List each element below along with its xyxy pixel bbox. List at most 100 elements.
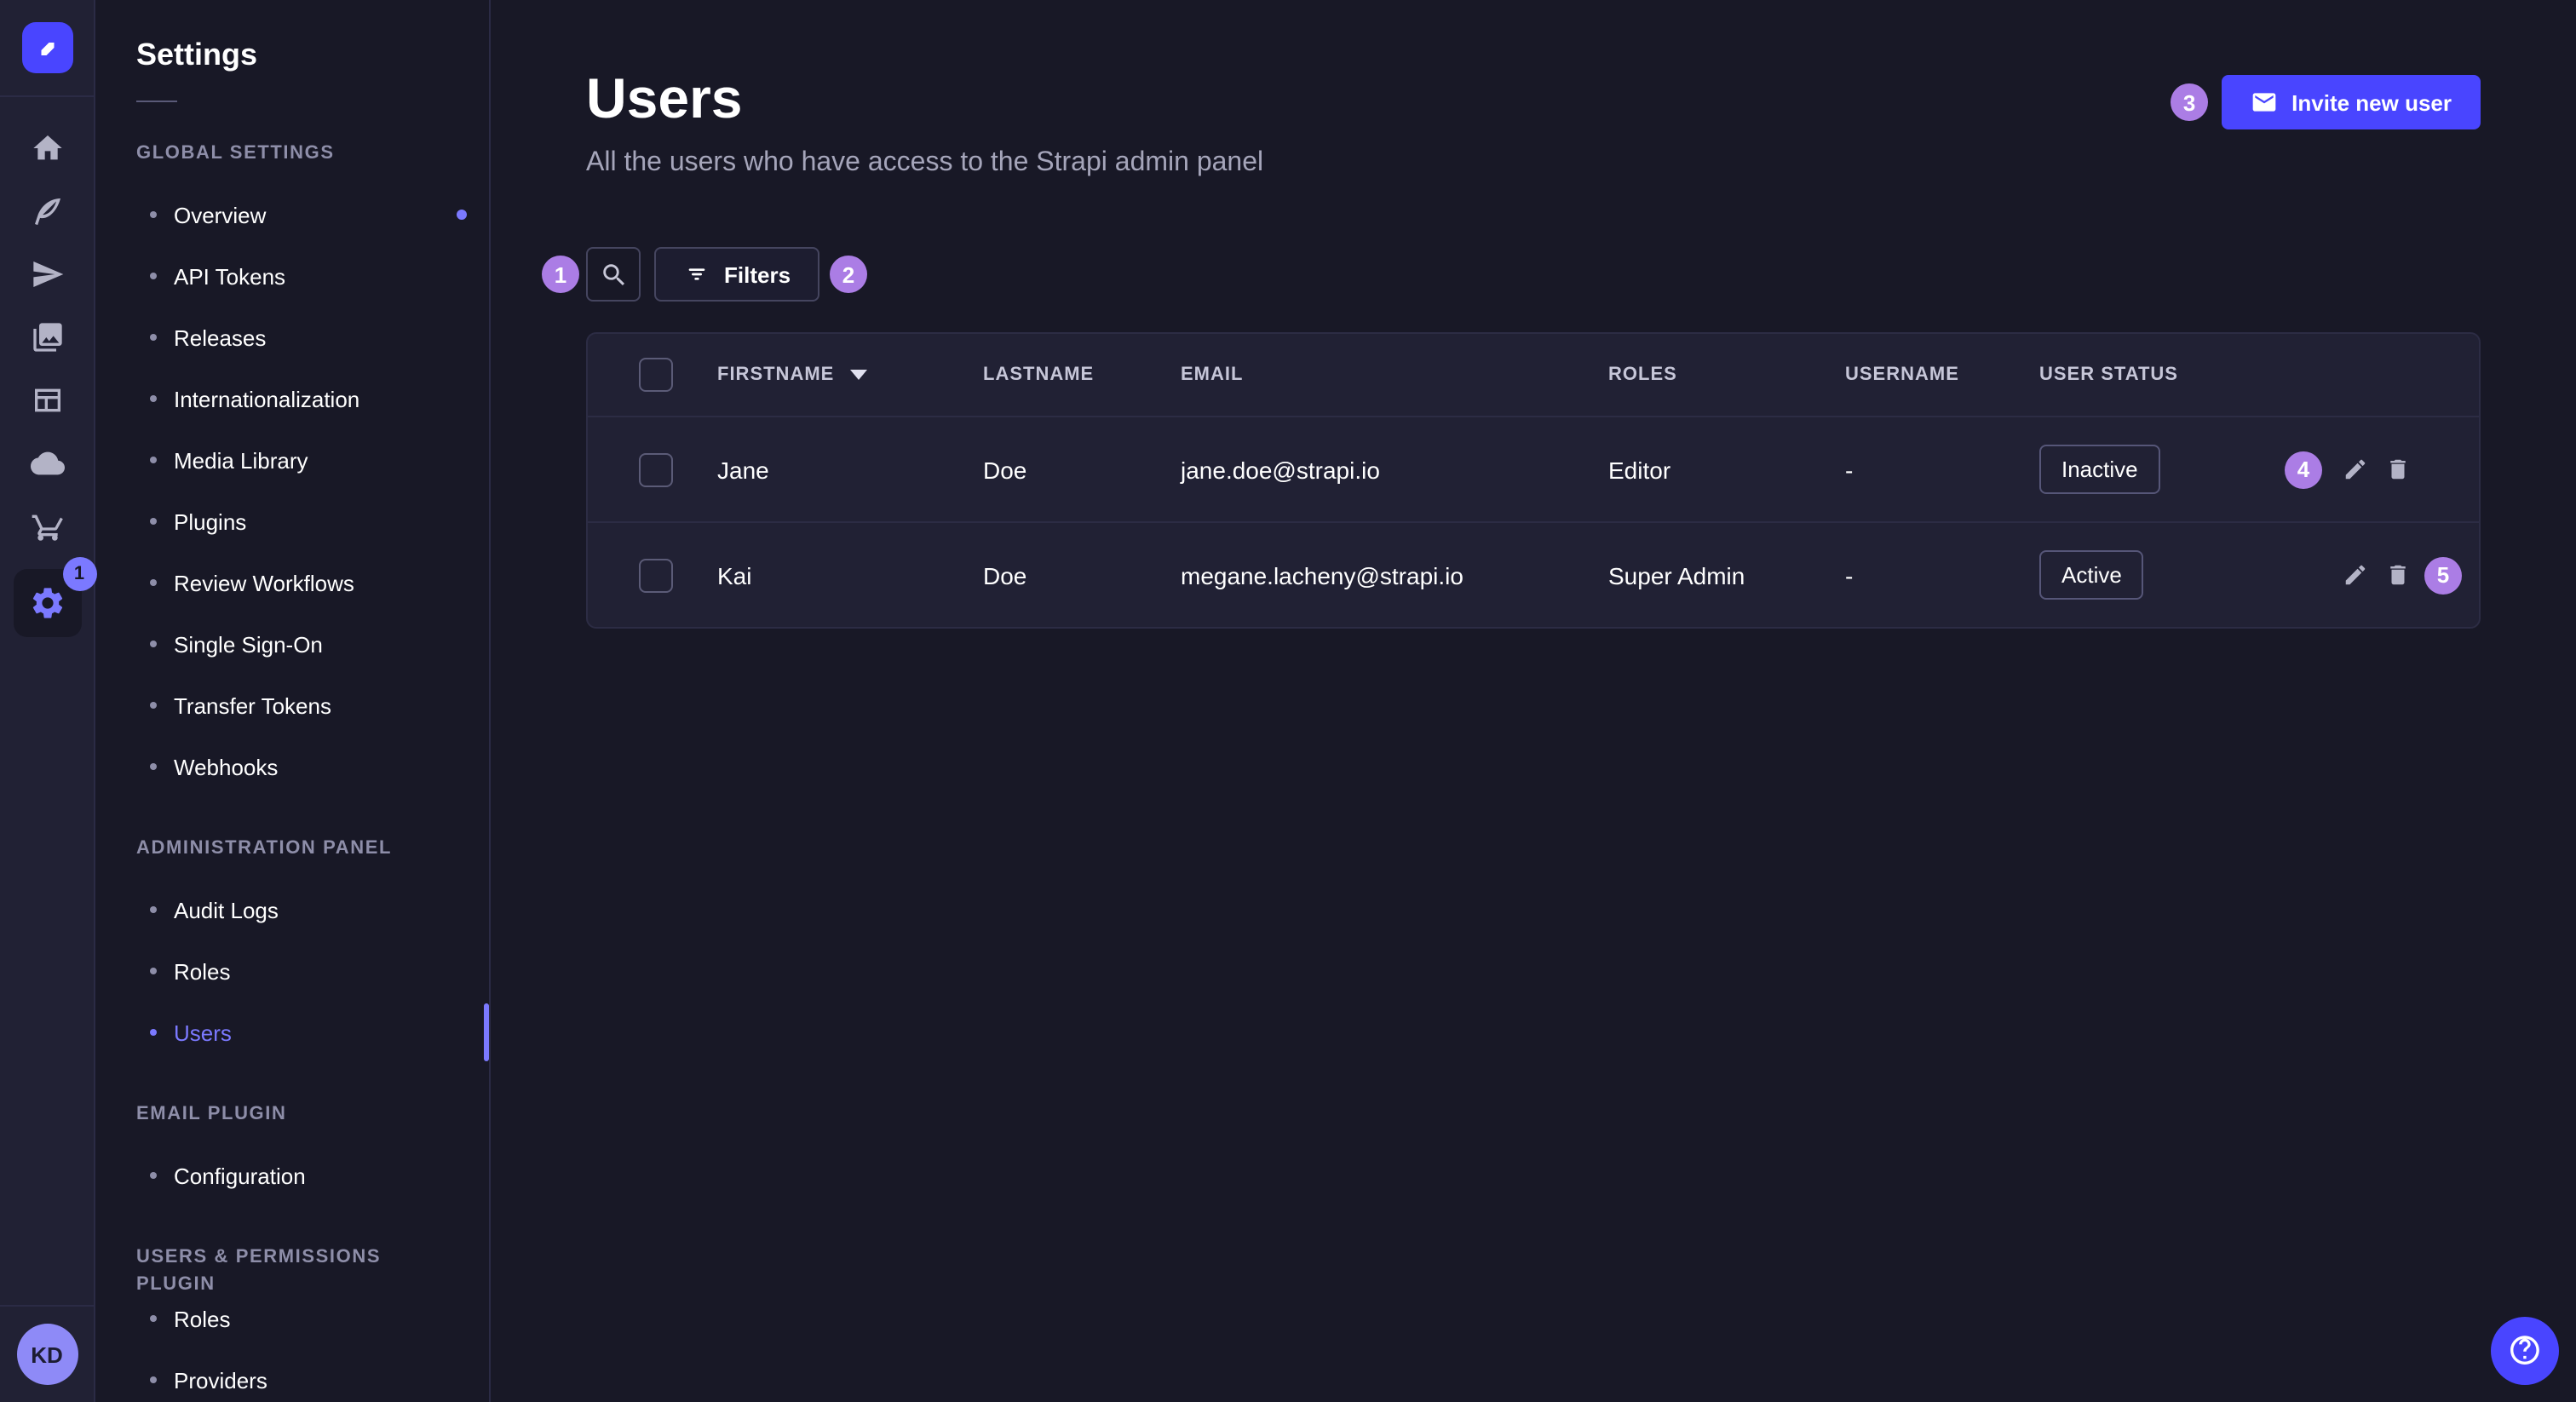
- help-button[interactable]: [2491, 1317, 2559, 1385]
- sidebar-item-audit-logs[interactable]: Audit Logs: [95, 879, 489, 940]
- page-subtitle: All the users who have access to the Str…: [586, 148, 1263, 179]
- column-header-firstname[interactable]: FIRSTNAME: [717, 365, 983, 385]
- table-header-row: FIRSTNAME LASTNAME EMAIL ROLES USERNAME …: [588, 334, 2479, 416]
- search-button[interactable]: [586, 247, 641, 302]
- sidebar-item-up-roles[interactable]: Roles: [95, 1288, 489, 1349]
- edit-user-button[interactable]: [2343, 562, 2368, 588]
- sidebar-item-single-sign-on[interactable]: Single Sign-On: [95, 613, 489, 675]
- bullet-icon: [150, 906, 157, 913]
- users-table: FIRSTNAME LASTNAME EMAIL ROLES USERNAME …: [586, 332, 2481, 629]
- sidebar-item-label: Configuration: [174, 1163, 306, 1188]
- sidebar-item-internationalization[interactable]: Internationalization: [95, 368, 489, 429]
- strapi-admin-app: 1 KD Settings GLOBAL SETTINGS Overview A…: [0, 0, 2576, 1402]
- filters-button[interactable]: Filters: [654, 247, 819, 302]
- bullet-icon: [150, 395, 157, 402]
- layout-icon[interactable]: [13, 380, 81, 421]
- sidebar-item-label: Roles: [174, 958, 231, 984]
- cart-icon[interactable]: [13, 506, 81, 547]
- media-library-icon[interactable]: [13, 317, 81, 358]
- sidebar-item-label: Overview: [174, 202, 266, 227]
- search-icon: [599, 260, 628, 289]
- sidebar-item-releases[interactable]: Releases: [95, 307, 489, 368]
- column-header-lastname[interactable]: LASTNAME: [983, 365, 1181, 385]
- subnav-divider: [136, 101, 177, 102]
- column-header-roles[interactable]: ROLES: [1608, 365, 1845, 385]
- sidebar-item-overview[interactable]: Overview: [95, 184, 489, 245]
- sidebar-item-label: Audit Logs: [174, 897, 279, 922]
- nav-section-administration-panel: ADMINISTRATION PANEL Audit Logs Roles Us…: [95, 835, 489, 1063]
- cell-roles: Super Admin: [1608, 561, 1845, 589]
- annotation-mark-4: 4: [2285, 451, 2322, 488]
- active-indicator: [484, 1003, 489, 1061]
- delete-user-button[interactable]: [2385, 457, 2411, 482]
- sidebar-item-label: Internationalization: [174, 386, 359, 411]
- bullet-icon: [150, 641, 157, 647]
- trash-icon: [2385, 562, 2411, 588]
- section-label: USERS & PERMISSIONS PLUGIN: [95, 1244, 489, 1271]
- home-icon[interactable]: [13, 128, 81, 169]
- row-checkbox[interactable]: [639, 558, 673, 592]
- row-actions: 4: [2268, 451, 2479, 488]
- sidebar-item-label: Roles: [174, 1306, 231, 1331]
- subnav-title: Settings: [95, 37, 489, 73]
- logo-area: [0, 0, 94, 97]
- bullet-icon: [150, 702, 157, 709]
- invite-new-user-button[interactable]: Invite new user: [2222, 75, 2481, 129]
- delete-user-button[interactable]: [2385, 562, 2411, 588]
- section-label: ADMINISTRATION PANEL: [95, 835, 489, 862]
- header-actions: 3 Invite new user: [2171, 75, 2481, 129]
- bullet-icon: [150, 457, 157, 463]
- sidebar-item-review-workflows[interactable]: Review Workflows: [95, 552, 489, 613]
- sidebar-item-plugins[interactable]: Plugins: [95, 491, 489, 552]
- sidebar-item-providers[interactable]: Providers: [95, 1349, 489, 1402]
- nav-section-email-plugin: EMAIL PLUGIN Configuration: [95, 1100, 489, 1206]
- pencil-icon: [2343, 457, 2368, 482]
- sort-caret-down-icon[interactable]: [849, 370, 866, 380]
- page-header: Users All the users who have access to t…: [586, 65, 2481, 179]
- sidebar-item-label: Releases: [174, 325, 266, 350]
- rail-icon-list: 1: [0, 97, 94, 1305]
- edit-user-button[interactable]: [2343, 457, 2368, 482]
- sidebar-item-admin-roles[interactable]: Roles: [95, 940, 489, 1002]
- strapi-logo[interactable]: [21, 22, 72, 73]
- sidebar-item-webhooks[interactable]: Webhooks: [95, 736, 489, 797]
- settings-gear-icon[interactable]: 1: [13, 569, 81, 637]
- bullet-icon: [150, 334, 157, 341]
- strapi-logo-icon: [32, 32, 62, 63]
- cell-username: -: [1845, 561, 2039, 589]
- sidebar-item-transfer-tokens[interactable]: Transfer Tokens: [95, 675, 489, 736]
- section-label: GLOBAL SETTINGS: [95, 140, 489, 167]
- table-row[interactable]: Kai Doe megane.lacheny@strapi.io Super A…: [588, 521, 2479, 627]
- main-content: Users All the users who have access to t…: [491, 0, 2576, 1402]
- trash-icon: [2385, 457, 2411, 482]
- envelope-icon: [2251, 89, 2278, 116]
- select-all-checkbox[interactable]: [639, 358, 673, 392]
- cell-lastname: Doe: [983, 456, 1181, 483]
- bullet-icon: [150, 1172, 157, 1179]
- sidebar-item-api-tokens[interactable]: API Tokens: [95, 245, 489, 307]
- sidebar-item-configuration[interactable]: Configuration: [95, 1145, 489, 1206]
- page-title-block: Users All the users who have access to t…: [586, 65, 1263, 179]
- cell-email: jane.doe@strapi.io: [1181, 456, 1608, 483]
- sidebar-item-users[interactable]: Users: [95, 1002, 489, 1063]
- nav-section-global-settings: GLOBAL SETTINGS Overview API Tokens Rele…: [95, 140, 489, 797]
- settings-subnav: Settings GLOBAL SETTINGS Overview API To…: [95, 0, 491, 1402]
- cloud-icon[interactable]: [13, 443, 81, 484]
- column-header-email[interactable]: EMAIL: [1181, 365, 1608, 385]
- status-badge: Inactive: [2039, 445, 2160, 494]
- column-header-username[interactable]: USERNAME: [1845, 365, 2039, 385]
- feather-icon[interactable]: [13, 191, 81, 232]
- user-avatar[interactable]: KD: [16, 1324, 78, 1385]
- column-header-user-status[interactable]: USER STATUS: [2039, 365, 2268, 385]
- bullet-icon: [150, 1315, 157, 1322]
- sidebar-item-media-library[interactable]: Media Library: [95, 429, 489, 491]
- filters-button-label: Filters: [724, 261, 791, 287]
- cell-firstname: Jane: [717, 456, 983, 483]
- invite-button-label: Invite new user: [2291, 89, 2452, 115]
- row-checkbox[interactable]: [639, 452, 673, 486]
- status-badge: Active: [2039, 550, 2144, 600]
- bullet-icon: [150, 763, 157, 770]
- section-label: EMAIL PLUGIN: [95, 1100, 489, 1128]
- table-row[interactable]: Jane Doe jane.doe@strapi.io Editor - Ina…: [588, 416, 2479, 521]
- paper-plane-icon[interactable]: [13, 254, 81, 295]
